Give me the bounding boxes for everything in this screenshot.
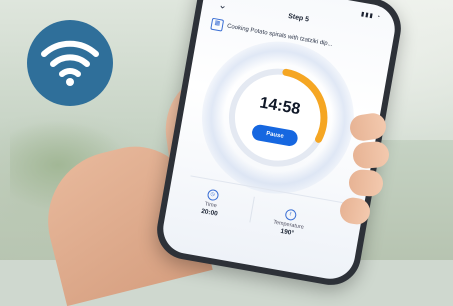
clock-icon: ◷ (206, 188, 219, 202)
timer-dial: 14:58 Pause (213, 53, 343, 183)
wifi-badge (27, 20, 113, 106)
wifi-icon (41, 40, 99, 86)
stat-time: ◷ Time 20:00 (174, 183, 248, 222)
recipe-icon: ▦ (210, 17, 225, 32)
stat-temperature: ℓ Temperature 190° (252, 203, 326, 242)
phone-screen: ▮▮▮ ◔ ⌄ Step 5 ▦ Cooking Potato spirals … (159, 0, 399, 283)
finger (348, 168, 384, 198)
thermometer-icon: ℓ (283, 208, 297, 222)
status-icons: ▮▮▮ ◔ (360, 11, 382, 21)
